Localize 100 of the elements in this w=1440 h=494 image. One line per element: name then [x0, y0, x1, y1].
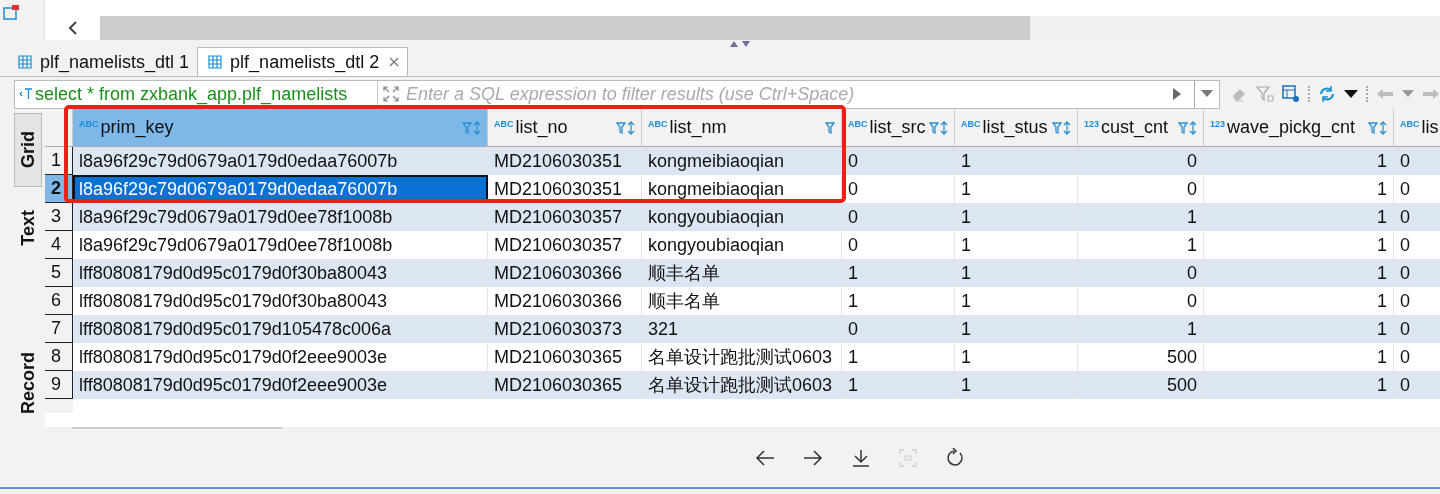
table-cell: lff80808179d0d95c0179d0f30ba80043: [73, 259, 488, 287]
row-number[interactable]: 5: [45, 259, 73, 287]
table-cell: 0: [842, 315, 955, 343]
table-cell: 1: [1204, 371, 1394, 399]
caret-icon[interactable]: [1344, 90, 1358, 98]
sort-icon[interactable]: [1189, 120, 1197, 135]
table-cell: 0: [1078, 147, 1204, 175]
column-name: list_src: [869, 117, 927, 138]
expand-icon[interactable]: [383, 86, 399, 102]
column-name: list_nm: [669, 117, 728, 138]
sort-icon[interactable]: [627, 120, 635, 135]
column-name: lis: [1421, 117, 1440, 138]
table-cell: 1: [955, 315, 1078, 343]
table-cell: 1: [1078, 203, 1204, 231]
table-cell: 名单设计跑批测试0603: [642, 371, 842, 399]
table-cell: 0: [1394, 315, 1440, 343]
table-cell: l8a96f29c79d0679a0179d0ee78f1008b: [73, 203, 488, 231]
table-cell: MD2106030357: [488, 203, 642, 231]
table-cell: kongyoubiaoqian: [642, 203, 842, 231]
column-name: cust_cnt: [1101, 117, 1170, 138]
type-label: ABC: [961, 119, 981, 129]
table-cell: 0: [1394, 147, 1440, 175]
filter-icon[interactable]: [929, 120, 939, 135]
result-tab[interactable]: plf_namelists_dtl 1: [14, 48, 198, 76]
view-tab[interactable]: Grid: [14, 113, 42, 187]
type-label: 123: [1084, 119, 1100, 129]
filter-bar[interactable]: select * from zxbank_app.plf_namelists Enter a SQL expression to filter results (use Ctrl+Space): [14, 79, 1220, 109]
table-cell: 1: [1204, 315, 1394, 343]
type-label: ABC: [648, 119, 668, 129]
table-icon: [18, 55, 32, 69]
query-text[interactable]: select * from zxbank_app.plf_namelists: [35, 80, 378, 108]
table-cell: kongmeibiaoqian: [642, 147, 842, 175]
text-cursor-icon: [19, 88, 33, 100]
table-cell: lff80808179d0d95c0179d105478c006a: [73, 315, 488, 343]
row-number[interactable]: 3: [45, 203, 73, 231]
table-cell: 321: [642, 315, 842, 343]
table-cell: 1: [1204, 203, 1394, 231]
panel-icon[interactable]: [3, 4, 21, 20]
row-number[interactable]: 7: [45, 315, 73, 343]
sort-icon[interactable]: [473, 120, 481, 135]
filter-icon[interactable]: [825, 120, 835, 135]
table-cell: 0: [1078, 259, 1204, 287]
table-cell: 1: [1078, 315, 1204, 343]
refresh-icon[interactable]: [945, 448, 965, 468]
table-cell: 0: [1394, 371, 1440, 399]
table-cell: 1: [842, 259, 955, 287]
view-tab[interactable]: Record: [14, 343, 42, 423]
view-tab[interactable]: Text: [14, 193, 42, 263]
result-tab[interactable]: plf_namelists_dtl 2: [197, 47, 409, 76]
table-cell: 1: [955, 371, 1078, 399]
type-label: ABC: [79, 119, 99, 129]
table-cell: 1: [955, 203, 1078, 231]
table-settings-icon[interactable]: [1282, 85, 1300, 103]
table-cell: MD2106030366: [488, 259, 642, 287]
filter-icon[interactable]: [616, 120, 626, 135]
table-cell: 1: [1204, 259, 1394, 287]
filter-icon[interactable]: [1256, 86, 1274, 102]
run-filter-icon[interactable]: [1172, 87, 1182, 101]
filter-icon[interactable]: [1368, 120, 1378, 135]
table-cell: l8a96f29c79d0679a0179d0edaa76007b: [73, 147, 488, 175]
type-label: ABC: [848, 119, 868, 129]
back-arrow-icon[interactable]: [755, 449, 775, 467]
table-cell: 顺丰名单: [642, 259, 842, 287]
sort-icon[interactable]: [940, 120, 948, 135]
column-name: list_stus: [982, 117, 1049, 138]
filter-input[interactable]: Enter a SQL expression to filter results (use Ctrl+Space): [404, 82, 1160, 106]
table-icon: [208, 55, 223, 69]
eraser-icon[interactable]: [1230, 86, 1248, 102]
table-cell: 1: [842, 371, 955, 399]
column-name: wave_pickg_cnt: [1227, 117, 1357, 138]
table-cell: lff80808179d0d95c0179d0f2eee9003e: [73, 371, 488, 399]
type-label: 123: [1210, 119, 1226, 129]
row-number[interactable]: 6: [45, 287, 73, 315]
scrollbar-thumb[interactable]: [100, 16, 1030, 40]
table-cell: 500: [1078, 371, 1204, 399]
scroll-left-icon[interactable]: [66, 20, 79, 36]
table-cell: MD2106030351: [488, 147, 642, 175]
row-number[interactable]: 8: [45, 343, 73, 371]
sort-icon[interactable]: [1063, 120, 1071, 135]
table-cell: 0: [1394, 203, 1440, 231]
close-icon[interactable]: [389, 57, 400, 67]
filter-icon[interactable]: [462, 120, 472, 135]
type-label: ABC: [494, 119, 514, 129]
download-icon[interactable]: [851, 449, 871, 467]
table-cell: 1: [955, 259, 1078, 287]
row-number[interactable]: 4: [45, 231, 73, 259]
type-label: ABC: [1400, 119, 1420, 129]
column-name: prim_key: [100, 117, 175, 138]
row-number[interactable]: 9: [45, 371, 73, 399]
sort-icon[interactable]: [1379, 120, 1387, 135]
table-cell: 1: [1204, 147, 1394, 175]
filter-icon[interactable]: [1052, 120, 1062, 135]
table-cell: MD2106030373: [488, 315, 642, 343]
table-cell: 0: [842, 203, 955, 231]
table-cell: MD2106030365: [488, 371, 642, 399]
filter-icon[interactable]: [1178, 120, 1188, 135]
column-name: list_no: [515, 117, 569, 138]
forward-arrow-icon[interactable]: [803, 449, 823, 467]
collapse-arrows-icon[interactable]: [728, 40, 752, 48]
table-cell: 1: [955, 147, 1078, 175]
